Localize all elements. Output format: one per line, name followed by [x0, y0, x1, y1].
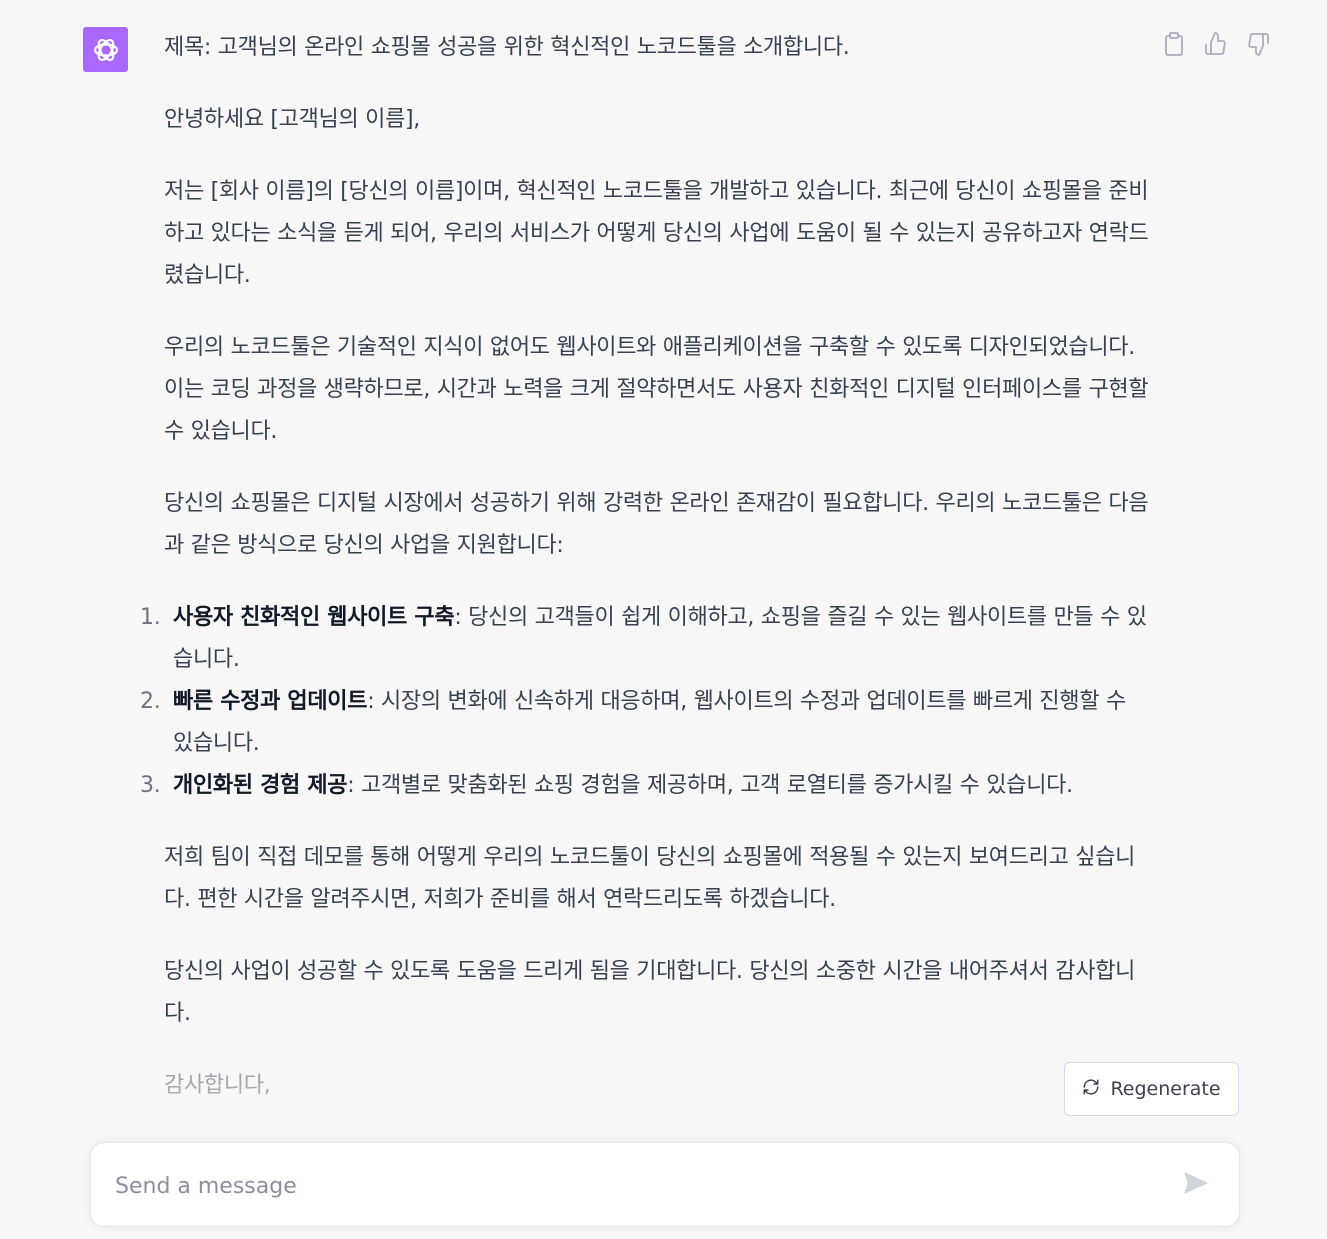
benefits-list: 1. 사용자 친화적인 웹사이트 구축: 당신의 고객들이 쉽게 이해하고, 쇼… — [140, 597, 1149, 807]
thumbs-down-icon — [1246, 32, 1270, 60]
email-paragraph: 저희 팀이 직접 데모를 통해 어떻게 우리의 노코드툴이 당신의 쇼핑몰에 적… — [164, 845, 1136, 912]
send-icon — [1183, 1171, 1209, 1199]
email-subject: 제목: 고객님의 온라인 쇼핑몰 성공을 위한 혁신적인 노코드툴을 소개합니다… — [164, 35, 850, 60]
message-input[interactable] — [113, 1165, 1167, 1207]
list-item-title: 빠른 수정과 업데이트 — [173, 689, 368, 714]
regenerate-button[interactable]: Regenerate — [1064, 1062, 1239, 1116]
email-paragraph: 저는 [회사 이름]의 [당신의 이름]이며, 혁신적인 노코드툴을 개발하고 … — [164, 179, 1149, 288]
refresh-icon — [1082, 1078, 1100, 1101]
copy-button[interactable] — [1160, 32, 1188, 60]
assistant-message: 제목: 고객님의 온라인 쇼핑몰 성공을 위한 혁신적인 노코드툴을 소개합니다… — [140, 27, 1149, 1137]
message-composer — [90, 1142, 1240, 1227]
regenerate-label: Regenerate — [1110, 1078, 1221, 1100]
list-item: 3. 개인화된 경험 제공: 고객별로 맞춤화된 쇼핑 경험을 제공하며, 고객… — [140, 765, 1149, 807]
thumbs-up-icon — [1204, 32, 1228, 60]
list-item-text: : 고객별로 맞춤화된 쇼핑 경험을 제공하며, 고객 로열티를 증가시킬 수 … — [347, 773, 1073, 798]
message-actions — [1160, 32, 1272, 60]
chat-page: 제목: 고객님의 온라인 쇼핑몰 성공을 위한 혁신적인 노코드툴을 소개합니다… — [0, 0, 1327, 1239]
list-item: 2. 빠른 수정과 업데이트: 시장의 변화에 신속하게 대응하며, 웹사이트의… — [140, 681, 1149, 765]
email-paragraph: 당신의 사업이 성공할 수 있도록 도움을 드리게 됨을 기대합니다. 당신의 … — [164, 959, 1136, 1026]
thumbs-down-button[interactable] — [1244, 32, 1272, 60]
list-number: 3. — [140, 773, 161, 798]
openai-logo-icon — [83, 27, 128, 72]
email-paragraph: 우리의 노코드툴은 기술적인 지식이 없어도 웹사이트와 애플리케이션을 구축할… — [164, 335, 1149, 444]
thumbs-up-button[interactable] — [1202, 32, 1230, 60]
list-item-title: 사용자 친화적인 웹사이트 구축 — [173, 605, 455, 630]
list-number: 2. — [140, 689, 161, 714]
email-closing: 감사합니다, — [164, 1073, 271, 1098]
list-number: 1. — [140, 605, 161, 630]
email-greeting: 안녕하세요 [고객님의 이름], — [164, 107, 420, 132]
list-item: 1. 사용자 친화적인 웹사이트 구축: 당신의 고객들이 쉽게 이해하고, 쇼… — [140, 597, 1149, 681]
list-item-title: 개인화된 경험 제공 — [173, 773, 348, 798]
clipboard-icon — [1163, 32, 1185, 60]
send-button[interactable] — [1181, 1170, 1211, 1200]
email-paragraph: 당신의 쇼핑몰은 디지털 시장에서 성공하기 위해 강력한 온라인 존재감이 필… — [164, 491, 1149, 558]
